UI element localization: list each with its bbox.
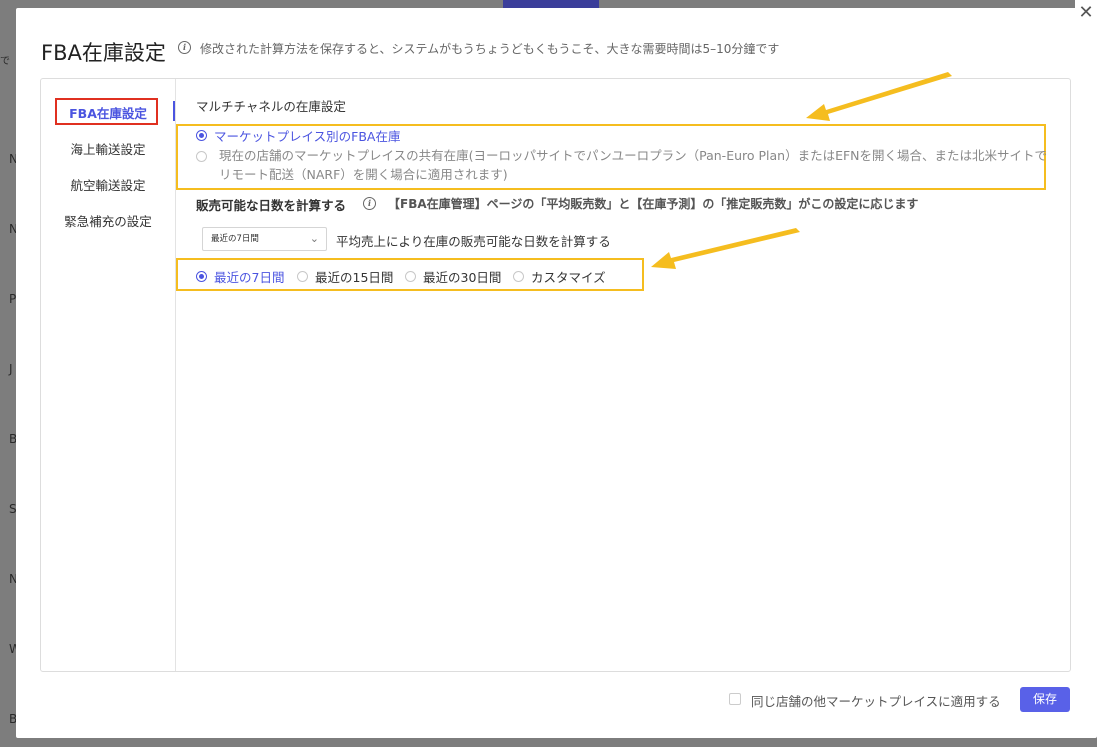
annotation-arrow <box>651 228 800 269</box>
annotation-arrow <box>806 72 952 121</box>
annotation-arrows <box>651 72 952 269</box>
